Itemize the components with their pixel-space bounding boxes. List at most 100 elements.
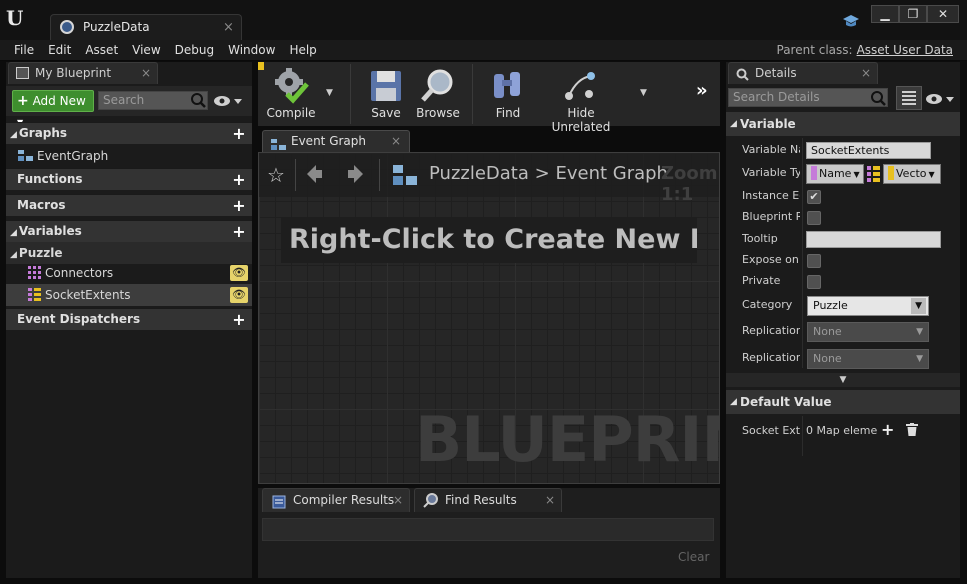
list-item-eventgraph[interactable]: EventGraph xyxy=(6,145,252,167)
blueprint-readonly-checkbox[interactable] xyxy=(807,211,821,225)
add-macro-button[interactable]: + xyxy=(230,197,248,215)
eye-visibility-icon[interactable]: 👁 xyxy=(230,287,248,303)
close-window-button[interactable]: ✕ xyxy=(927,5,959,23)
compile-button[interactable]: Compile xyxy=(260,62,322,126)
replication-condition-label: Replication xyxy=(742,351,800,364)
category-dropdown[interactable]: Puzzle ▼ xyxy=(807,296,929,316)
chevron-down-icon: ▼ xyxy=(928,170,935,179)
my-blueprint-panel: My Blueprint × + Add New ▼ Search ◢Graph… xyxy=(6,62,252,578)
maximize-button[interactable]: ❐ xyxy=(899,5,927,23)
clear-button[interactable]: Clear xyxy=(678,550,709,564)
view-options-eye-icon[interactable] xyxy=(214,93,244,109)
tooltip-field[interactable] xyxy=(806,231,941,248)
my-blueprint-tab[interactable]: My Blueprint × xyxy=(8,62,158,84)
replication-dropdown[interactable]: None ▼ xyxy=(807,322,929,342)
variable-row-socketextents[interactable]: SocketExtents 👁 xyxy=(6,284,252,306)
variable-name-field[interactable]: SocketExtents xyxy=(806,142,931,159)
instance-editable-checkbox[interactable]: ✔ xyxy=(807,190,821,204)
collapse-arrow-icon: ◢ xyxy=(730,397,737,407)
find-button[interactable]: Find xyxy=(484,62,532,126)
details-search-input[interactable]: Search Details xyxy=(728,88,888,107)
property-matrix-icon[interactable] xyxy=(896,86,922,110)
event-dispatchers-category[interactable]: Event Dispatchers + xyxy=(6,308,252,330)
parent-class-label: Parent class: xyxy=(776,43,853,57)
functions-category[interactable]: Functions + xyxy=(6,168,252,190)
star-favorite-icon[interactable]: ☆ xyxy=(267,163,285,187)
menu-edit[interactable]: Edit xyxy=(41,40,78,61)
graduation-cap-icon[interactable] xyxy=(842,14,859,30)
compile-options-chevron-icon[interactable]: ▼ xyxy=(326,88,333,98)
hide-unrelated-button[interactable]: Hide Unrelated xyxy=(540,62,622,134)
browse-button[interactable]: Browse xyxy=(414,62,462,126)
macros-category[interactable]: Macros + xyxy=(6,194,252,216)
variable-section-header[interactable]: ◢ Variable xyxy=(726,112,960,136)
save-button[interactable]: Save xyxy=(362,62,410,126)
puzzle-category-row[interactable]: ◢ Puzzle xyxy=(6,242,252,264)
hide-unrelated-options-chevron-icon[interactable]: ▼ xyxy=(640,88,647,98)
menu-view[interactable]: View xyxy=(125,40,167,61)
minimize-button[interactable]: ▁ xyxy=(871,5,899,23)
event-graph-tab-label: Event Graph xyxy=(291,134,366,148)
graph-navigation-bar: ☆ PuzzleData > Event Graph Zoom 1:1 xyxy=(259,153,719,205)
replication-label: Replication xyxy=(742,324,800,337)
add-new-label: Add New xyxy=(32,94,86,108)
map-value-type-dropdown[interactable]: Vecto ▼ xyxy=(883,164,941,184)
map-variable-icon xyxy=(28,286,41,301)
map-container-icon[interactable] xyxy=(867,165,880,182)
binoculars-icon xyxy=(494,72,520,98)
map-key-type-dropdown[interactable]: Name ▼ xyxy=(806,164,864,184)
close-tab-icon[interactable]: × xyxy=(141,63,151,84)
compiler-results-tab[interactable]: Compiler Results × xyxy=(262,488,410,512)
compile-gear-icon xyxy=(275,68,309,104)
parent-class-link[interactable]: Asset User Data xyxy=(857,43,953,57)
unreal-logo-icon: U xyxy=(6,6,24,30)
collapse-arrow-icon: ◢ xyxy=(10,250,17,260)
menu-file[interactable]: File xyxy=(7,40,41,61)
add-event-dispatcher-button[interactable]: + xyxy=(230,311,248,329)
toolbar-divider xyxy=(350,64,351,124)
close-tab-icon[interactable]: × xyxy=(393,489,403,511)
back-arrow-icon[interactable] xyxy=(305,163,323,185)
trash-icon[interactable] xyxy=(906,423,918,436)
graph-canvas[interactable]: ☆ PuzzleData > Event Graph Zoom 1:1 Righ… xyxy=(258,152,720,484)
set-variable-icon xyxy=(28,264,41,279)
add-graph-button[interactable]: + xyxy=(230,125,248,143)
advanced-expand-arrow-icon[interactable]: ▼ xyxy=(726,373,960,387)
default-value-section-header[interactable]: ◢ Default Value xyxy=(726,390,960,414)
replication-condition-dropdown[interactable]: None ▼ xyxy=(807,349,929,369)
event-graph-tab[interactable]: Event Graph × xyxy=(262,130,410,152)
document-tab[interactable]: PuzzleData × xyxy=(50,14,242,40)
private-label: Private xyxy=(742,274,781,287)
add-variable-button[interactable]: + xyxy=(230,223,248,241)
view-options-eye-icon[interactable] xyxy=(926,92,956,108)
graphs-category[interactable]: ◢ Graphs + xyxy=(6,122,252,144)
menu-window[interactable]: Window xyxy=(221,40,282,61)
variable-row-connectors[interactable]: Connectors 👁 xyxy=(6,262,252,284)
category-label: Category xyxy=(742,298,793,311)
chevron-down-icon: ▼ xyxy=(916,354,923,364)
main-toolbar: Compile ▼ Save Browse Find Hide Unrelate… xyxy=(258,62,720,134)
menu-asset[interactable]: Asset xyxy=(78,40,125,61)
add-element-plus-icon[interactable]: + xyxy=(881,420,894,439)
add-function-button[interactable]: + xyxy=(230,171,248,189)
close-tab-icon[interactable]: × xyxy=(391,131,401,152)
find-results-tab[interactable]: Find Results × xyxy=(414,488,562,512)
eye-visibility-icon[interactable]: 👁 xyxy=(230,265,248,281)
replication-value: None xyxy=(813,325,842,338)
forward-arrow-icon[interactable] xyxy=(347,163,365,185)
menu-help[interactable]: Help xyxy=(282,40,323,61)
details-tab[interactable]: Details × xyxy=(728,62,878,84)
my-blueprint-tab-label: My Blueprint xyxy=(35,66,112,80)
variables-category[interactable]: ◢ Variables + xyxy=(6,220,252,242)
close-tab-icon[interactable]: × xyxy=(861,63,871,84)
add-new-button[interactable]: + Add New ▼ xyxy=(12,90,94,127)
close-tab-icon[interactable]: × xyxy=(223,15,234,40)
toolbar-overflow-chevron-icon[interactable]: » xyxy=(696,80,708,101)
private-checkbox[interactable] xyxy=(807,275,821,289)
breadcrumb-root[interactable]: PuzzleData xyxy=(429,163,529,184)
graph-icon xyxy=(18,146,33,161)
close-tab-icon[interactable]: × xyxy=(545,489,555,511)
menu-debug[interactable]: Debug xyxy=(168,40,221,61)
expose-on-spawn-checkbox[interactable] xyxy=(807,254,821,268)
property-column-divider xyxy=(802,138,803,368)
